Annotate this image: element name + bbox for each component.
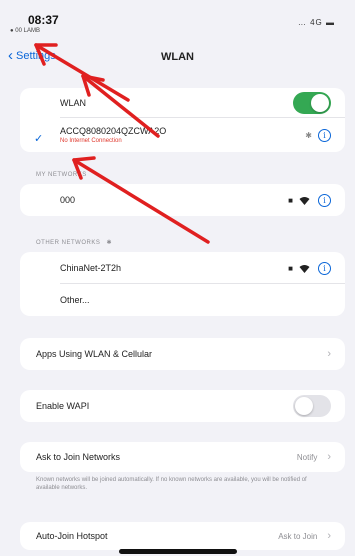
auto-join-hotspot-label: Auto-Join Hotspot (36, 531, 108, 541)
network-name: ChinaNet-2T2h (60, 263, 122, 273)
enable-wapi-label: Enable WAPI (36, 401, 90, 411)
enable-wapi-row: Enable WAPI (20, 390, 345, 422)
status-time: 08:37 (28, 13, 59, 27)
toggle-knob (311, 94, 329, 112)
network-name: 000 (60, 195, 76, 205)
apps-using-wlan-row[interactable]: Apps Using WLAN & Cellular › (20, 338, 345, 370)
wifi-icon (299, 264, 310, 273)
checkmark-icon: ✓ (34, 133, 44, 145)
other-network-row[interactable]: Other... (20, 284, 345, 316)
other-network-label: Other... (60, 295, 90, 305)
navigation-bar: ‹ Settings WLAN (0, 42, 355, 70)
connected-network-row[interactable]: ✓ ACCQ8080204QZCWA2O No Internet Connect… (20, 118, 345, 152)
chevron-right-icon: › (327, 348, 331, 360)
spinner-icon: ✱ (106, 240, 113, 246)
home-indicator (119, 549, 237, 554)
ask-to-join-label: Ask to Join Networks (36, 452, 121, 462)
toggle-knob (295, 397, 313, 415)
hotspot-card: Auto-Join Hotspot Ask to Join › (20, 522, 345, 550)
ask-to-join-row[interactable]: Ask to Join Networks Notify › (20, 442, 345, 472)
status-carrier: ● 00 LAMB (10, 28, 40, 34)
auto-join-hotspot-value: Ask to Join (278, 531, 318, 541)
wlan-label: WLAN (60, 98, 87, 108)
ask-to-join-footnote: Known networks will be joined automatica… (36, 477, 307, 491)
network-row[interactable]: 000 ■ i (20, 184, 345, 216)
chevron-right-icon: › (327, 451, 331, 463)
network-row[interactable]: ChinaNet-2T2h ■ i (20, 252, 345, 284)
other-networks-card: ChinaNet-2T2h ■ i Other... (20, 252, 345, 316)
wlan-card: WLAN ✓ ACCQ8080204QZCWA2O No Internet Co… (20, 88, 345, 152)
connected-ssid: ACCQ8080204QZCWA2O (60, 126, 167, 136)
wapi-card: Enable WAPI (20, 390, 345, 422)
wifi-icon (299, 196, 310, 205)
wlan-toggle-row: WLAN (20, 88, 345, 118)
connected-network-text: ACCQ8080204QZCWA2O No Internet Connectio… (60, 126, 299, 144)
ask-to-join-value: Notify (296, 452, 318, 462)
auto-join-hotspot-row[interactable]: Auto-Join Hotspot Ask to Join › (20, 522, 345, 550)
ask-to-join-card: Ask to Join Networks Notify › (20, 442, 345, 472)
info-icon[interactable]: i (318, 193, 331, 207)
chevron-right-icon: › (327, 530, 331, 542)
status-bar: 08:37 ● 00 LAMB … 4G ▬ (0, 0, 355, 40)
apps-card: Apps Using WLAN & Cellular › (20, 338, 345, 370)
page-title: WLAN (161, 51, 194, 63)
lock-icon: ■ (288, 195, 293, 205)
my-networks-card: 000 ■ i (20, 184, 345, 216)
apps-using-wlan-label: Apps Using WLAN & Cellular (36, 349, 153, 359)
connection-status: No Internet Connection (60, 138, 122, 144)
info-icon[interactable]: i (318, 128, 331, 142)
wapi-toggle[interactable] (293, 395, 331, 417)
other-networks-header: OTHER NETWORKS ✱ (36, 239, 112, 246)
spinner-icon: ✱ (305, 130, 312, 140)
wlan-toggle[interactable] (293, 92, 331, 114)
other-networks-label: OTHER NETWORKS (36, 240, 101, 246)
status-indicators: … 4G ▬ (297, 18, 335, 27)
lock-icon: ■ (288, 263, 293, 273)
info-icon[interactable]: i (318, 261, 331, 275)
my-networks-header: MY NETWORKS (36, 172, 87, 178)
